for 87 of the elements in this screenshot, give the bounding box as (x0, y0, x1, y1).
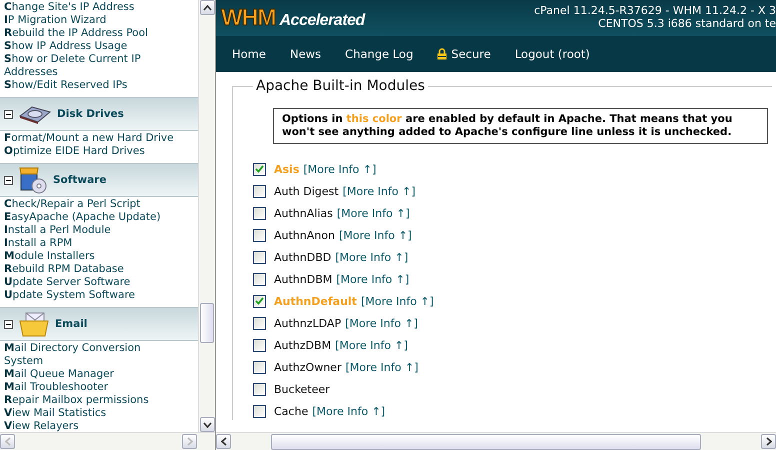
scroll-right-button[interactable] (761, 434, 776, 449)
module-name: AuthzOwner (274, 360, 342, 374)
sidebar-link[interactable]: Format/Mount a new Hard Drive (0, 132, 186, 145)
more-info-link[interactable]: [More Info ↑] (336, 206, 410, 220)
sidebar-link[interactable]: Mail Troubleshooter (0, 381, 186, 394)
more-info-link[interactable]: [More Info ↑] (342, 184, 416, 198)
whm-logo[interactable]: WHM Accelerated (221, 0, 365, 31)
module-name: AuthzDBM (274, 338, 332, 352)
checkbox[interactable] (253, 338, 266, 352)
checkbox[interactable] (253, 360, 266, 374)
more-info-link[interactable]: [More Info ↑] (338, 228, 412, 242)
checkbox[interactable] (253, 206, 266, 220)
checkbox[interactable] (253, 184, 266, 198)
checkbox[interactable] (253, 250, 266, 264)
sidebar-link[interactable]: Mail Queue Manager (0, 368, 186, 381)
sidebar-link[interactable]: Module Installers (0, 250, 186, 263)
more-info-link[interactable]: [More Info ↑] (335, 338, 408, 352)
more-info-link[interactable]: [More Info ↑] (345, 316, 418, 330)
module-name: AuthnAnon (274, 228, 335, 242)
nav-link[interactable]: News (280, 47, 332, 61)
module-name: Bucketeer (274, 382, 330, 396)
version-text: cPanel 11.24.5-R37629 - WHM 11.24.2 - X 3 (534, 4, 776, 17)
section-header[interactable]: Software (0, 163, 198, 197)
sidebar-link[interactable]: View Relayers (0, 420, 186, 432)
notice-text: Options in this color are enabled by default in Apache. That means that you won't see anything added to Apache's configure line unless it is unchecked. (273, 108, 768, 144)
checkbox[interactable] (253, 162, 266, 176)
module-name: Auth Digest (274, 184, 339, 198)
more-info-link[interactable]: [More Info ↑] (336, 272, 410, 286)
sidebar-link[interactable]: Install a RPM (0, 237, 186, 250)
checkbox[interactable] (253, 272, 266, 286)
chevron-down-icon (202, 422, 212, 428)
scroll-up-button[interactable] (200, 0, 215, 15)
module-name: AuthnDBD (274, 250, 332, 264)
module-name: AuthnAlias (274, 206, 333, 220)
os-text: CENTOS 5.3 i686 standard on te (597, 17, 776, 30)
nav-link[interactable]: Home (222, 47, 276, 61)
nav-link[interactable]: Logout (root) (504, 47, 600, 61)
sidebar-link[interactable]: Rebuild RPM Database (0, 263, 186, 276)
sidebar-link[interactable]: Rebuild the IP Address Pool (0, 27, 186, 40)
section-header[interactable]: Email (0, 307, 198, 341)
module-name: AuthnzLDAP (274, 316, 342, 330)
chevron-right-icon (766, 437, 772, 446)
module-name: Asis (274, 162, 300, 176)
more-info-link[interactable]: [More Info ↑] (303, 162, 376, 176)
scrollbar-thumb[interactable] (271, 434, 701, 450)
module-name: Cache (274, 404, 308, 418)
sidebar-link[interactable]: Optimize EIDE Hard Drives (0, 145, 186, 158)
checkbox[interactable] (253, 382, 266, 396)
collapse-icon[interactable] (4, 110, 13, 118)
checkbox[interactable] (253, 294, 266, 308)
sidebar-link[interactable]: Change Site's IP Address (0, 1, 186, 14)
module-name: AuthnDefault (274, 294, 357, 308)
chevron-left-icon (220, 437, 226, 446)
chevron-up-icon (202, 4, 212, 10)
more-info-link[interactable]: [More Info ↑] (335, 250, 408, 264)
scroll-down-button[interactable] (200, 417, 215, 432)
sidebar-link[interactable]: Install a Perl Module (0, 224, 186, 237)
collapse-icon[interactable] (4, 176, 13, 184)
chevron-right-icon (186, 437, 192, 446)
more-info-link[interactable]: [More Info ↑] (312, 404, 386, 418)
software-box-icon (18, 166, 48, 194)
checkbox[interactable] (253, 316, 266, 330)
module-name: AuthnDBM (274, 272, 332, 286)
mail-folder-icon (18, 311, 50, 337)
sidebar-link[interactable]: Repair Mailbox permissions (0, 394, 186, 407)
sidebar-link[interactable]: Check/Repair a Perl Script (0, 198, 186, 211)
more-info-link[interactable]: [More Info ↑] (360, 294, 434, 308)
chevron-left-icon (4, 437, 10, 446)
checkbox[interactable] (253, 404, 266, 418)
section-header[interactable]: Disk Drives (0, 97, 198, 131)
nav-link[interactable]: Change Log (335, 47, 424, 61)
hard-drive-icon (18, 104, 52, 124)
more-info-link[interactable]: [More Info ↑] (345, 360, 418, 374)
sidebar-link[interactable]: EasyApache (Apache Update) (0, 211, 186, 224)
sidebar-link[interactable]: IP Migration Wizard (0, 14, 186, 27)
lock-icon (437, 48, 448, 60)
sidebar-link[interactable]: Update System Software (0, 289, 186, 302)
nav-link[interactable]: Secure (427, 47, 501, 61)
sidebar-link[interactable]: Show/Edit Reserved IPs (0, 79, 186, 92)
scrollbar-thumb[interactable] (200, 303, 214, 343)
fieldset-title: Apache Built-in Modules (255, 78, 426, 94)
sidebar-link[interactable]: Show IP Address Usage (0, 40, 186, 53)
sidebar-link[interactable]: View Mail Statistics (0, 407, 186, 420)
sidebar-link[interactable]: Update Server Software (0, 276, 186, 289)
scroll-left-button[interactable] (216, 434, 231, 449)
collapse-icon[interactable] (4, 320, 13, 328)
checkbox[interactable] (253, 228, 266, 242)
